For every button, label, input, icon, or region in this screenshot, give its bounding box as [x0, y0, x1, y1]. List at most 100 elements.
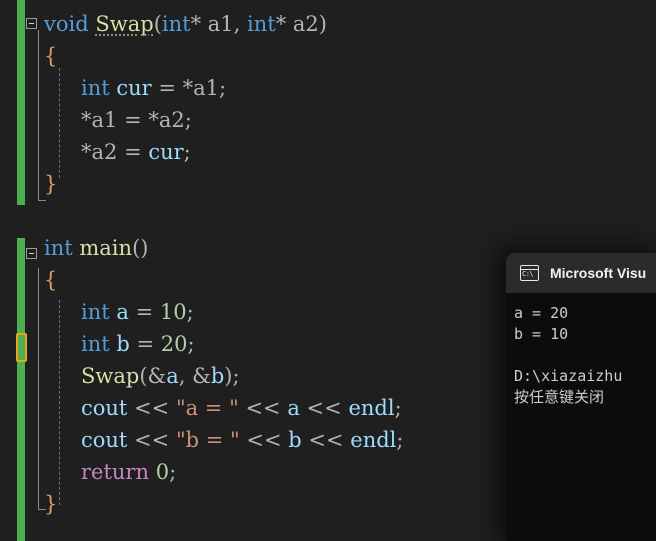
- code-line[interactable]: int main(): [44, 232, 148, 264]
- code-token: Swap: [95, 12, 154, 36]
- code-token: =: [128, 300, 160, 324]
- code-token: ;: [184, 108, 192, 132]
- code-token: void: [44, 12, 89, 36]
- code-token: =: [117, 140, 149, 164]
- code-token: <<: [134, 428, 170, 452]
- code-token: int: [247, 12, 276, 36]
- code-line[interactable]: *a1 = *a2;: [81, 104, 192, 136]
- vs-code-editor-screen: void Swap(int* a1, int* a2){int cur = *a…: [0, 0, 656, 541]
- code-token: &: [192, 364, 211, 388]
- code-token: a: [287, 396, 300, 420]
- code-token: b: [288, 428, 302, 452]
- code-token: *: [81, 108, 92, 132]
- code-line[interactable]: {: [44, 264, 57, 296]
- code-token: <<: [245, 396, 281, 420]
- code-token: cur: [148, 140, 184, 164]
- code-token: ;: [186, 300, 194, 324]
- code-line[interactable]: }: [44, 168, 57, 200]
- code-token: ;: [396, 428, 404, 452]
- console-line: D:\xiazaizhu: [514, 367, 623, 385]
- code-token: }: [44, 492, 58, 516]
- code-token: <<: [246, 428, 282, 452]
- console-line: a = 20: [514, 304, 569, 322]
- code-token: 0: [155, 460, 170, 484]
- code-token: a2: [158, 108, 185, 132]
- code-token: int: [81, 76, 110, 100]
- code-line[interactable]: cout << "b = " << b << endl;: [81, 424, 403, 456]
- code-token: cout: [81, 396, 128, 420]
- code-token: ;: [394, 396, 402, 420]
- code-token: cout: [81, 428, 128, 452]
- code-token: a2: [91, 140, 118, 164]
- code-token: Swap: [81, 364, 140, 388]
- code-token: *: [148, 108, 159, 132]
- code-token: *: [190, 12, 202, 36]
- code-token: int: [81, 332, 110, 356]
- cmd-prompt-icon: [520, 265, 539, 281]
- code-line[interactable]: int cur = *a1;: [81, 72, 226, 104]
- code-token: ;: [219, 76, 227, 100]
- code-token: }: [44, 172, 58, 196]
- code-token: *: [81, 140, 92, 164]
- code-token: endl: [348, 396, 395, 420]
- console-titlebar[interactable]: Microsoft Visu: [506, 253, 656, 293]
- code-token: b: [210, 364, 225, 388]
- console-output-area[interactable]: a = 20 b = 10 D:\xiazaizhu 按任意键关闭: [506, 293, 656, 408]
- code-token: int: [44, 236, 73, 260]
- code-token: 20: [160, 332, 188, 356]
- code-token: a1: [193, 76, 220, 100]
- code-token: a: [166, 364, 179, 388]
- code-token: b: [116, 332, 130, 356]
- code-token: ;: [169, 460, 177, 484]
- code-token: endl: [350, 428, 397, 452]
- code-token: a2: [292, 12, 319, 36]
- code-token: ;: [187, 332, 195, 356]
- code-token: ;: [183, 140, 191, 164]
- code-token: =: [151, 76, 183, 100]
- console-title-label: Microsoft Visu: [550, 265, 647, 281]
- code-line[interactable]: Swap(&a, &b);: [81, 360, 240, 392]
- code-token: *: [275, 12, 287, 36]
- code-token: a: [116, 300, 129, 324]
- code-token: <<: [308, 428, 344, 452]
- code-token: ;: [232, 364, 240, 388]
- code-token: {: [44, 44, 58, 68]
- code-token: =: [129, 332, 161, 356]
- code-token: <<: [306, 396, 342, 420]
- code-line[interactable]: *a2 = cur;: [81, 136, 191, 168]
- code-token: ,: [178, 364, 193, 388]
- code-token: (: [153, 12, 162, 36]
- code-token: *: [182, 76, 194, 100]
- code-token: int: [161, 12, 191, 36]
- code-token: &: [147, 364, 167, 388]
- code-line[interactable]: int a = 10;: [81, 296, 194, 328]
- console-line: b = 10: [514, 325, 569, 343]
- code-token: cur: [116, 76, 152, 100]
- code-token: (): [132, 236, 149, 260]
- code-line[interactable]: void Swap(int* a1, int* a2): [44, 8, 327, 40]
- code-token: ): [318, 12, 327, 36]
- code-token: {: [44, 268, 58, 292]
- code-token: (: [139, 364, 148, 388]
- code-token: "b = ": [175, 428, 240, 452]
- code-line[interactable]: {: [44, 40, 57, 72]
- code-line[interactable]: [44, 200, 51, 232]
- code-line[interactable]: }: [44, 488, 57, 520]
- console-line: 按任意键关闭: [514, 388, 605, 406]
- code-token: int: [81, 300, 110, 324]
- code-token: ,: [233, 12, 248, 36]
- code-token: <<: [134, 396, 170, 420]
- debug-console-window[interactable]: Microsoft Visu a = 20 b = 10 D:\xiazaizhu 按…: [506, 253, 656, 541]
- code-line[interactable]: cout << "a = " << a << endl;: [81, 392, 402, 424]
- code-line[interactable]: return 0;: [81, 456, 176, 488]
- code-token: a1: [207, 12, 234, 36]
- code-line[interactable]: int b = 20;: [81, 328, 195, 360]
- code-token: a1: [91, 108, 118, 132]
